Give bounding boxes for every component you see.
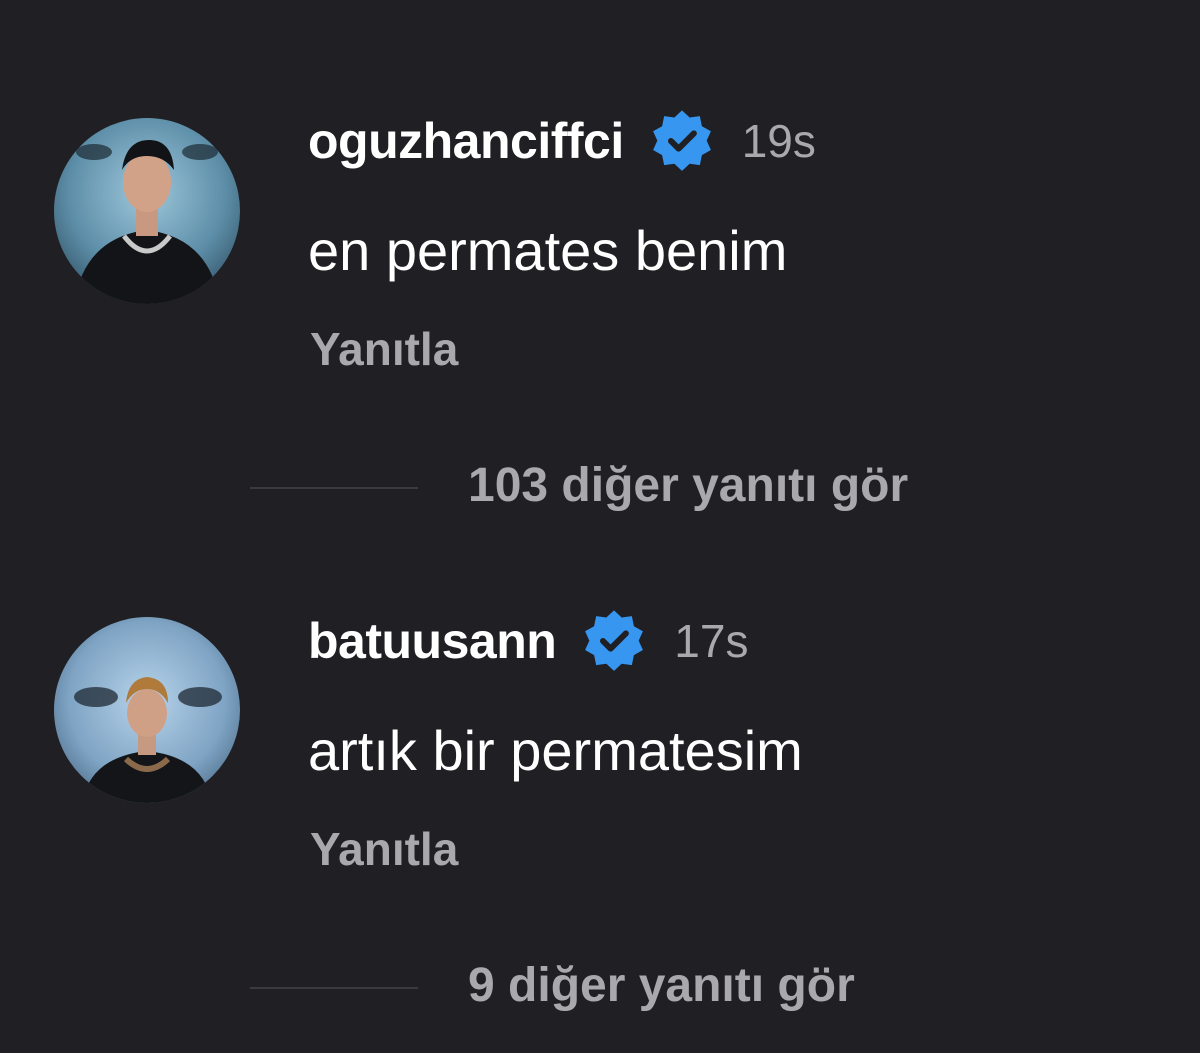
avatar-image (54, 617, 240, 803)
divider-line (250, 987, 418, 989)
comment-time: 17s (674, 615, 749, 667)
view-more-replies[interactable]: 9 diğer yanıtı gör (0, 958, 1200, 1018)
verified-badge-icon (580, 607, 648, 675)
reply-button[interactable]: Yanıtla (310, 822, 458, 876)
username[interactable]: oguzhanciffci (308, 112, 624, 170)
view-more-replies-label[interactable]: 9 diğer yanıtı gör (468, 958, 855, 1013)
view-more-replies-label[interactable]: 103 diğer yanıtı gör (468, 458, 908, 513)
avatar-image (54, 118, 240, 304)
reply-button[interactable]: Yanıtla (310, 322, 458, 376)
avatar[interactable] (54, 118, 240, 304)
comment-header: oguzhanciffci 19s (308, 106, 816, 176)
verified-badge-icon (648, 107, 716, 175)
username[interactable]: batuusann (308, 612, 557, 670)
comment-text: artık bir permatesim (308, 719, 803, 782)
comment-header: batuusann 17s (308, 606, 748, 676)
view-more-replies[interactable]: 103 diğer yanıtı gör (0, 458, 1200, 518)
divider-line (250, 487, 418, 489)
comment-text: en permates benim (308, 219, 788, 282)
comment-time: 19s (741, 115, 816, 167)
avatar[interactable] (54, 617, 240, 803)
